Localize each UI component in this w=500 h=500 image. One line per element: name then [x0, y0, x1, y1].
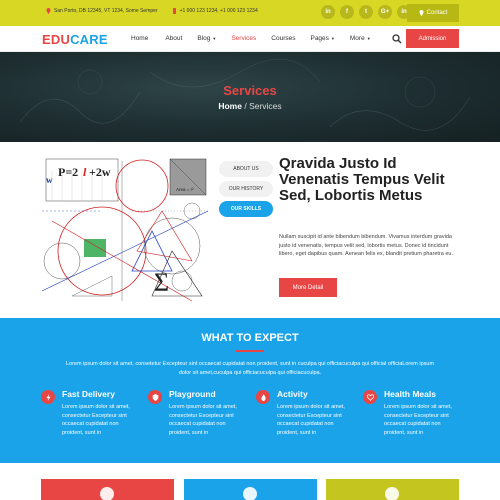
social-links: in f t G+ in [321, 5, 411, 19]
map-pin-icon [46, 8, 51, 14]
area-formula: Area = r² [176, 187, 194, 192]
breadcrumb-home[interactable]: Home [218, 101, 242, 111]
nav-item-services[interactable]: Services [231, 35, 256, 42]
feature-title: Health Meals [384, 389, 436, 399]
contact-button[interactable]: Contact [407, 4, 459, 22]
phone-text: +1 000 123 1234, +1 000 123 1234 [179, 8, 258, 14]
nav-item-about[interactable]: About [165, 35, 182, 42]
section-title: WHAT TO EXPECT [201, 332, 299, 344]
map-pin-icon [419, 10, 424, 16]
phone-icon [172, 8, 176, 14]
formula-p: P=2 [58, 165, 78, 179]
bottom-cards-section [0, 463, 500, 500]
chevron-down-icon: ▼ [330, 36, 335, 41]
chevron-down-icon: ▼ [212, 36, 217, 41]
page-hero: Services Home / Services [0, 52, 500, 142]
breadcrumb-current: Services [249, 101, 282, 111]
address-text: San Porto, DB 12345, VT 1234, Some Sempe… [54, 8, 158, 14]
heart-icon [363, 390, 377, 404]
nav-item-more[interactable]: More ▼ [350, 35, 371, 42]
breadcrumb-separator: / [241, 101, 250, 111]
contact-button-label: Contact [426, 10, 448, 16]
gear-icon [100, 487, 114, 500]
nav-menu: Home About Blog ▼ Services Courses Pages ▼… [131, 35, 371, 42]
info-card[interactable] [326, 479, 459, 500]
nav-item-home[interactable]: Home [131, 35, 148, 42]
linkedin-icon[interactable]: in [321, 5, 335, 19]
title-underline [236, 350, 264, 352]
feature-title: Playground [169, 389, 216, 399]
formula-2w: +2w [89, 165, 111, 179]
breadcrumb: Home / Services [0, 101, 500, 111]
math-illustration: w P=2 l +2w Area = r² Σ [42, 151, 208, 311]
nav-item-pages[interactable]: Pages ▼ [310, 35, 334, 42]
address-item: San Porto, DB 12345, VT 1234, Some Sempe… [46, 8, 158, 14]
more-detail-button[interactable]: More Detail [279, 278, 337, 297]
tab-text: Nullam suscipit id ante bibendum bibendu… [279, 234, 453, 257]
feature-text: Lorem ipsum dolor sit amet, consectetur … [277, 404, 345, 436]
bolt-icon [41, 390, 55, 404]
sigma-symbol: Σ [154, 268, 169, 297]
info-card[interactable] [41, 479, 174, 500]
feature-text: Lorem ipsum dolor sit amet, consectetur … [62, 404, 130, 436]
formula-w: w [46, 175, 53, 185]
logo[interactable]: EDUCARE [42, 32, 108, 47]
main-navbar: EDUCARE Home About Blog ▼ Services Course… [0, 26, 500, 52]
content-tabs: ABOUT US OUR HISTORY OUR SKILLS [219, 161, 273, 221]
flame-icon [256, 390, 270, 404]
tab-heading: Qravida Justo Id Venenatis Tempus Velit … [279, 155, 445, 204]
what-to-expect-section: WHAT TO EXPECT Lorem ipsum dolor sit ame… [0, 318, 500, 463]
facebook-icon[interactable]: f [340, 5, 354, 19]
feature-text: Lorem ipsum dolor sit amet, consectetur … [384, 404, 452, 436]
google-plus-icon[interactable]: G+ [378, 5, 392, 19]
tab-about-us[interactable]: ABOUT US [219, 161, 273, 177]
nav-item-blog[interactable]: Blog ▼ [197, 35, 216, 42]
admission-button[interactable]: Admission [406, 29, 459, 48]
services-content: w P=2 l +2w Area = r² Σ ABOUT US OUR HIS… [0, 142, 500, 318]
shield-icon [148, 390, 162, 404]
info-card[interactable] [184, 479, 317, 500]
feature-title: Fast Delivery [62, 389, 115, 399]
contact-info: San Porto, DB 12345, VT 1234, Some Sempe… [46, 8, 258, 14]
nav-item-courses[interactable]: Courses [271, 35, 295, 42]
chevron-down-icon: ▼ [366, 36, 371, 41]
tab-our-skills[interactable]: OUR SKILLS [219, 201, 273, 217]
smile-icon [385, 487, 399, 500]
section-description: Lorem ipsum dolor sit amet, consetetur E… [65, 361, 435, 376]
search-icon[interactable] [392, 34, 402, 44]
top-bar: San Porto, DB 12345, VT 1234, Some Sempe… [0, 0, 500, 26]
logo-edu: EDU [42, 32, 71, 47]
page-title: Services [223, 83, 277, 98]
tab-our-history[interactable]: OUR HISTORY [219, 181, 273, 197]
logo-care: CARE [70, 32, 108, 47]
feature-title: Activity [277, 389, 308, 399]
book-icon [243, 487, 257, 500]
phone-item: +1 000 123 1234, +1 000 123 1234 [172, 8, 258, 14]
twitter-icon[interactable]: t [359, 5, 373, 19]
feature-text: Lorem ipsum dolor sit amet, consectetur … [169, 404, 237, 436]
